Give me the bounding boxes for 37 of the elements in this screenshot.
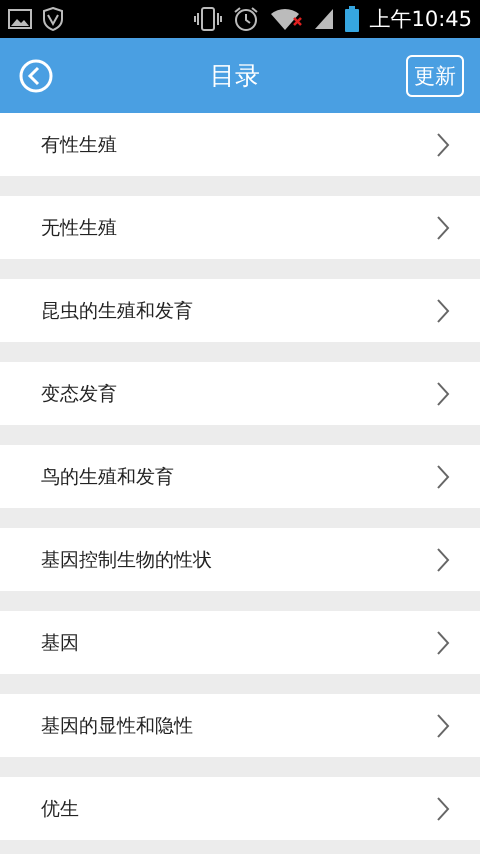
chapter-title: 变态发育 <box>41 382 118 406</box>
chapter-row[interactable]: 基因控制生物的性状 <box>0 528 480 591</box>
chapter-title: 鸟的生殖和发育 <box>41 464 175 490</box>
chevron-icon <box>436 464 450 490</box>
clock-time: 上午10:45 <box>369 6 472 33</box>
chapter-row[interactable]: 基因的显性和隐性 <box>0 694 480 757</box>
chevron-icon <box>436 380 450 406</box>
chevron-icon <box>436 132 450 158</box>
vibrate-icon <box>193 6 224 32</box>
chevron-icon <box>436 298 450 324</box>
chapter-row[interactable]: 无性生殖 <box>0 196 480 259</box>
chapter-row[interactable]: 优生 <box>0 777 480 840</box>
chevron-icon <box>436 546 450 572</box>
alarm-icon <box>233 6 260 32</box>
wifi-icon <box>269 6 304 32</box>
chapter-title: 昆虫的生殖和发育 <box>41 298 194 324</box>
chevron-icon <box>436 630 450 656</box>
chapter-title: 基因控制生物的性状 <box>41 548 213 572</box>
chapter-title: 基因 <box>41 630 80 656</box>
chapter-row[interactable]: 有性生殖 <box>0 113 480 176</box>
chapter-title: 有性生殖 <box>41 132 118 158</box>
chapter-row[interactable]: 鸟的生殖和发育 <box>0 445 480 508</box>
chapter-row[interactable]: 基因 <box>0 611 480 674</box>
shield-icon <box>42 7 64 31</box>
chapter-title: 无性生殖 <box>41 216 118 240</box>
chevron-icon <box>436 214 450 240</box>
chevron-icon <box>436 712 450 738</box>
chapter-title: 基因的显性和隐性 <box>41 714 194 738</box>
chapter-row[interactable]: 昆虫的生殖和发育 <box>0 279 480 342</box>
back-button[interactable] <box>18 58 54 94</box>
signal-icon <box>313 7 336 31</box>
chapter-row[interactable]: 变态发育 <box>0 362 480 425</box>
page-title: 目录 <box>209 60 261 92</box>
image-icon <box>8 9 32 29</box>
chapter-title: 优生 <box>41 796 80 822</box>
chevron-icon <box>436 796 450 822</box>
battery-icon <box>345 6 360 32</box>
